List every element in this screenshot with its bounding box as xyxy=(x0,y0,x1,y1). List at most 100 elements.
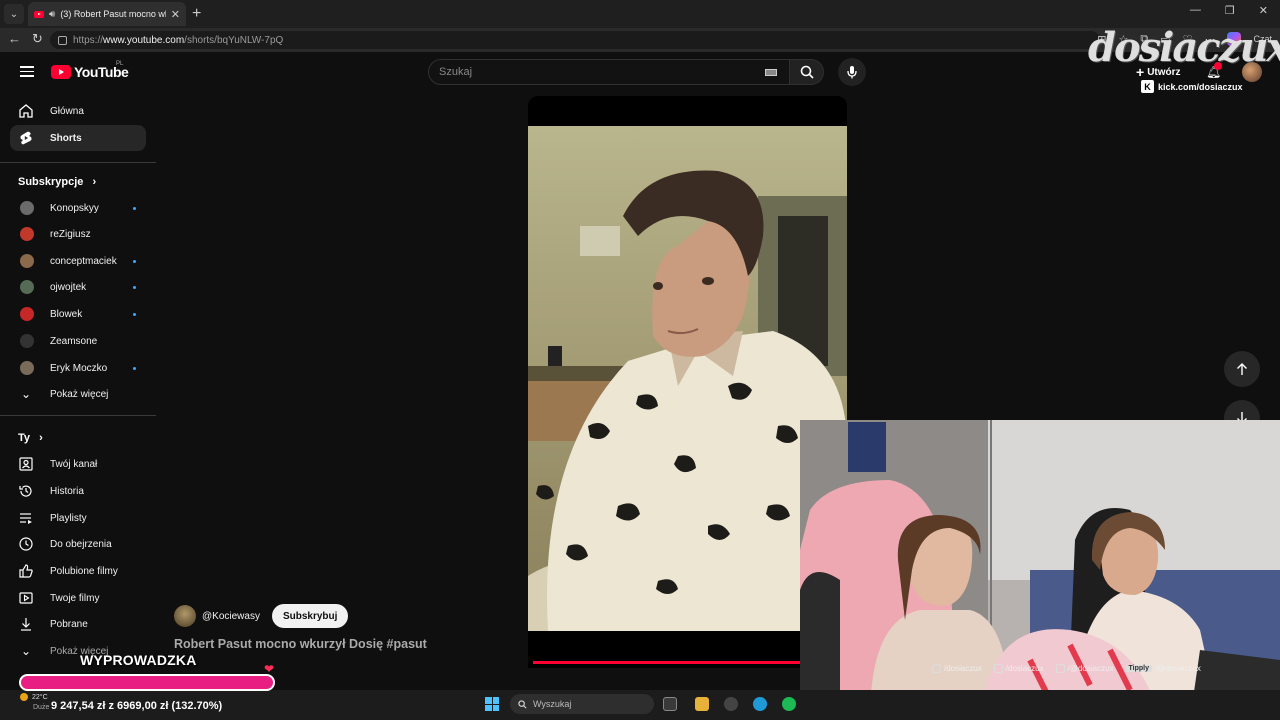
sidebar: Główna Shorts Subskrypcje › Konopskyy re… xyxy=(0,96,156,666)
kick-icon: K xyxy=(1141,80,1154,93)
close-tab-icon[interactable]: ✕ xyxy=(171,8,180,21)
spotify-icon[interactable] xyxy=(782,697,796,711)
search-button[interactable] xyxy=(790,59,824,85)
short-channel-row: @Kociewasy Subskrybuj xyxy=(174,604,349,628)
tab-list-button[interactable]: ⌄ xyxy=(4,4,24,24)
social-instagram: /dosiaczux xyxy=(932,664,982,673)
channel-avatar xyxy=(20,361,34,375)
weather-widget[interactable]: 22°C xyxy=(20,693,48,701)
reload-icon[interactable]: ↻ xyxy=(32,31,43,47)
sidebar-item-subscription[interactable]: ojwojtek xyxy=(10,274,146,300)
channel-name[interactable]: @Kociewasy xyxy=(202,611,260,622)
webcam-image xyxy=(800,420,1280,720)
youtube-icon xyxy=(1055,664,1065,673)
back-icon[interactable]: ← xyxy=(8,31,21,46)
new-content-dot xyxy=(133,366,136,370)
sidebar-item-your-channel[interactable]: Twój kanał xyxy=(10,451,146,477)
short-title[interactable]: Robert Pasut mocno wkurzył Dosię #pasut xyxy=(174,637,427,651)
microphone-icon xyxy=(847,66,857,79)
chevron-down-icon: ⌄ xyxy=(20,387,32,401)
shorts-icon xyxy=(20,131,32,145)
channel-avatar xyxy=(20,254,34,268)
sidebar-item-subscription[interactable]: conceptmaciek xyxy=(10,248,146,274)
sidebar-item-your-videos[interactable]: Twoje filmy xyxy=(10,585,146,611)
search-box xyxy=(428,59,790,85)
voice-search-button[interactable] xyxy=(838,58,866,86)
download-icon xyxy=(21,618,31,631)
windows-start-icon[interactable] xyxy=(485,697,499,711)
new-content-dot xyxy=(133,312,136,316)
app-icon[interactable] xyxy=(724,697,738,711)
channel-avatar xyxy=(20,201,34,215)
new-content-dot xyxy=(133,259,136,263)
sidebar-item-home[interactable]: Główna xyxy=(10,98,146,124)
sidebar-divider xyxy=(0,162,156,163)
social-tiktok: /dosiaczux xyxy=(993,664,1044,673)
webcam-overlay xyxy=(800,420,1280,720)
chevron-down-icon: ⌄ xyxy=(20,644,32,658)
site-info-icon[interactable] xyxy=(58,35,67,45)
arrow-up-icon xyxy=(1237,363,1247,375)
sidebar-item-subscription[interactable]: Eryk Moczko xyxy=(10,355,146,381)
you-heading[interactable]: Ty › xyxy=(18,432,43,444)
close-window-icon[interactable]: ✕ xyxy=(1259,4,1268,17)
previous-short-button[interactable] xyxy=(1224,351,1260,387)
taskbar-search[interactable]: Wyszukaj xyxy=(510,694,654,714)
search-icon xyxy=(518,699,527,708)
sidebar-divider xyxy=(0,415,156,416)
sidebar-item-subscription[interactable]: Konopskyy xyxy=(10,195,146,221)
search-icon xyxy=(800,65,814,79)
sidebar-item-playlists[interactable]: Playlisty xyxy=(10,505,146,531)
edge-browser-icon[interactable] xyxy=(753,697,767,711)
sidebar-item-subscription[interactable]: Blowek xyxy=(10,301,146,327)
sidebar-show-more-subscriptions[interactable]: ⌄ Pokaż więcej xyxy=(10,381,146,407)
history-icon xyxy=(19,485,32,497)
youtube-favicon-icon xyxy=(34,10,44,18)
stream-logo: dosiaczux xyxy=(1088,24,1280,71)
heart-icon: ❤ xyxy=(264,662,275,676)
menu-icon[interactable] xyxy=(20,66,34,77)
weather-icon xyxy=(20,693,28,701)
url-text: https://www.youtube.com/shorts/bqYuNLW-7… xyxy=(73,34,284,46)
task-view-icon[interactable] xyxy=(663,697,677,711)
sidebar-item-downloads[interactable]: Pobrane xyxy=(10,611,146,637)
subscribe-button[interactable]: Subskrybuj xyxy=(271,604,349,628)
tab-title: (3) Robert Pasut mocno wkurz xyxy=(60,9,165,19)
maximize-icon[interactable]: ❐ xyxy=(1225,4,1235,17)
new-content-dot xyxy=(133,206,136,210)
playlist-icon xyxy=(20,513,32,524)
new-tab-button[interactable]: + xyxy=(192,4,201,24)
file-explorer-icon[interactable] xyxy=(695,697,709,711)
donation-goal-amount: 9 247,54 zł z 6969,00 zł (132.70%) xyxy=(51,700,223,712)
your-videos-icon xyxy=(19,592,33,604)
sidebar-item-subscription[interactable]: reZigiusz xyxy=(10,221,146,247)
sidebar-item-history[interactable]: Historia xyxy=(10,478,146,504)
youtube-logo-icon xyxy=(51,65,71,79)
watch-later-icon xyxy=(19,537,33,551)
kick-link: K kick.com/dosiaczux xyxy=(1141,80,1243,93)
channel-icon xyxy=(19,457,33,471)
sidebar-item-watch-later[interactable]: Do obejrzenia xyxy=(10,531,146,557)
window-controls: — ❐ ✕ xyxy=(1190,4,1268,17)
sidebar-item-liked-videos[interactable]: Polubione filmy xyxy=(10,558,146,584)
social-links: /dosiaczux /dosiaczux /@dosiaczux Tipply… xyxy=(932,664,1201,673)
channel-avatar xyxy=(20,307,34,321)
social-youtube: /@dosiaczux xyxy=(1055,664,1114,673)
subscriptions-heading[interactable]: Subskrypcje › xyxy=(18,176,96,188)
browser-tab[interactable]: 🔊︎ (3) Robert Pasut mocno wkurz ✕ xyxy=(28,2,186,26)
home-icon xyxy=(19,104,33,118)
weather-description: Duże xyxy=(33,704,50,711)
minimize-icon[interactable]: — xyxy=(1190,4,1201,17)
short-progress-bar[interactable] xyxy=(533,661,803,664)
region-code: PL xyxy=(116,61,124,67)
chevron-right-icon: › xyxy=(39,432,43,444)
channel-avatar[interactable] xyxy=(174,605,196,627)
search-input[interactable] xyxy=(439,66,749,78)
keyboard-icon[interactable] xyxy=(765,69,777,76)
tiktok-icon xyxy=(993,664,1003,673)
speaker-icon[interactable]: 🔊︎ xyxy=(49,9,55,20)
channel-avatar xyxy=(20,334,34,348)
url-field[interactable]: https://www.youtube.com/shorts/bqYuNLW-7… xyxy=(50,31,1100,49)
sidebar-item-shorts[interactable]: Shorts xyxy=(10,125,146,151)
sidebar-item-subscription[interactable]: Zeamsone xyxy=(10,328,146,354)
